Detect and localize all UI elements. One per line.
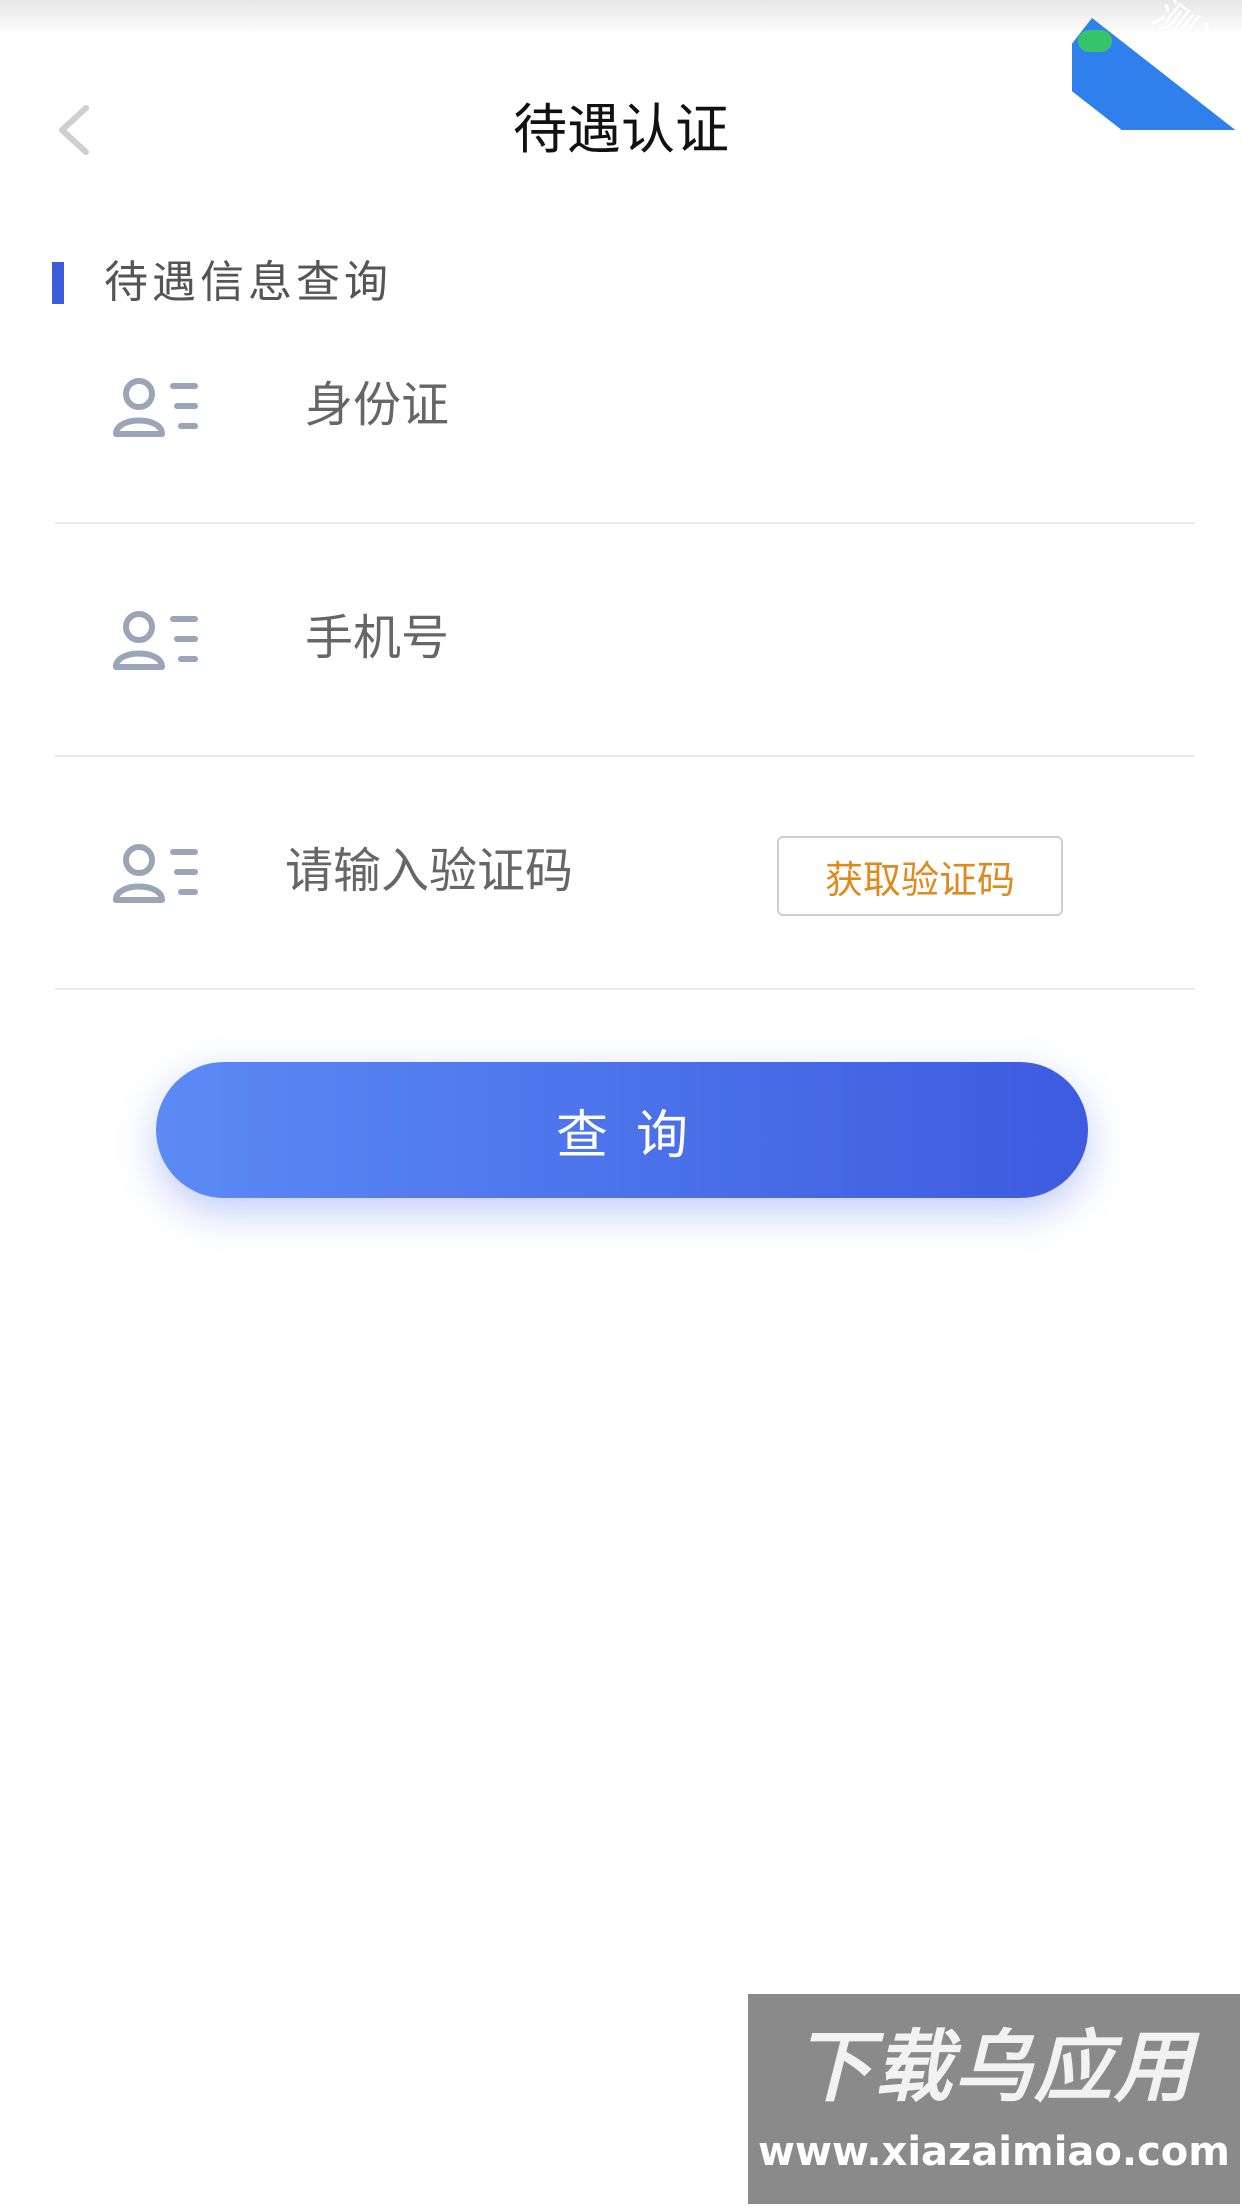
watermark: 下载乌应用 www.xiazaimiao.com <box>748 1994 1240 2204</box>
user-list-icon <box>113 611 198 670</box>
status-bar-fade <box>0 0 1242 36</box>
get-code-button[interactable]: 获取验证码 <box>777 836 1063 916</box>
watermark-title: 下载乌应用 <box>793 2023 1194 2113</box>
phone-input[interactable] <box>305 603 765 673</box>
test-badge-label: 测试 <box>1144 0 1236 77</box>
test-badge: 测试 <box>1072 0 1242 130</box>
watermark-url: www.xiazaimiao.com <box>758 2129 1230 2175</box>
id-card-input[interactable] <box>305 370 765 440</box>
id-card-row <box>55 290 1195 524</box>
page-title: 待遇认证 <box>513 98 729 161</box>
verification-code-input[interactable] <box>285 836 715 906</box>
phone-row <box>55 523 1195 757</box>
code-row: 获取验证码 <box>55 756 1195 990</box>
user-list-icon <box>113 378 198 437</box>
query-button[interactable]: 查询 <box>156 1062 1088 1198</box>
nav-header: 待遇认证 <box>0 60 1242 200</box>
user-list-icon <box>113 844 198 903</box>
badge-dot-icon <box>1078 30 1112 52</box>
